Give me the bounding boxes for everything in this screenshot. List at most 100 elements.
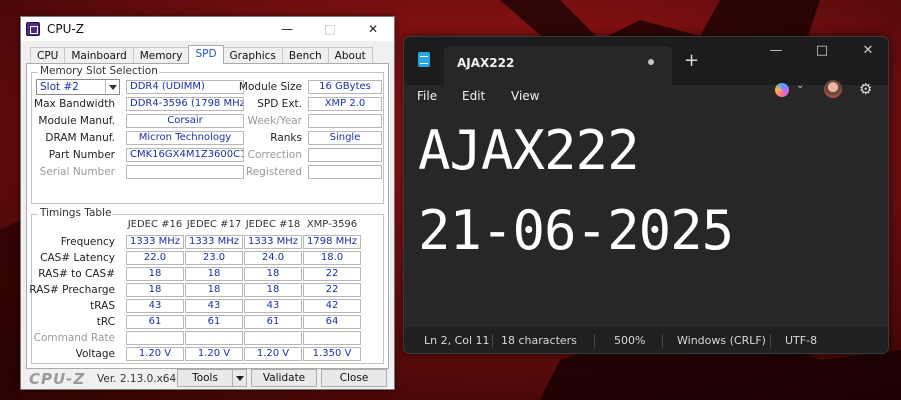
chevron-down-icon[interactable]: [105, 80, 119, 94]
timing-cell: 43: [185, 299, 243, 313]
status-bar: Ln 2, Col 11 18 characters 500% Windows …: [404, 327, 888, 353]
max-bandwidth-value: DDR4-3596 (1798 MHz): [126, 97, 244, 111]
timing-cell: [303, 331, 361, 345]
timing-cell: 18: [185, 267, 243, 281]
timing-cell: 22: [303, 283, 361, 297]
dram-manuf-value: Micron Technology: [126, 131, 244, 145]
timings-group: Timings Table JEDEC #16 JEDEC #17 JEDEC …: [29, 207, 384, 364]
notepad-menubar: File Edit View: [404, 85, 888, 111]
module-size-value: 16 GBytes: [308, 80, 382, 94]
zoom-level[interactable]: 500%: [614, 334, 645, 347]
correction-label: Correction: [247, 149, 302, 161]
text-editor[interactable]: AJAX222 21-06-2025: [404, 111, 888, 327]
timing-cell: 43: [244, 299, 302, 313]
close-button[interactable]: Close: [321, 369, 387, 387]
menu-file[interactable]: File: [417, 89, 437, 103]
cpuz-titlebar[interactable]: CPU-Z — □ ✕: [21, 17, 394, 41]
correction-value: [308, 148, 382, 162]
spd-ext-label: SPD Ext.: [257, 98, 302, 110]
cpuz-title: CPU-Z: [47, 22, 84, 36]
timing-cell: 18: [185, 283, 243, 297]
tools-button[interactable]: Tools: [177, 369, 247, 387]
cpuz-app-icon: [26, 22, 40, 36]
timing-cell: 1333 MHz: [126, 235, 184, 249]
cpuz-brand-logo: CPU-Z: [29, 370, 86, 388]
tab-spd[interactable]: SPD: [188, 45, 224, 64]
spd-panel: Memory Slot Selection Slot #2 DDR4 (UDIM…: [26, 63, 389, 369]
minimize-button[interactable]: —: [756, 43, 796, 63]
timing-cell: 1798 MHz: [303, 235, 361, 249]
timing-cell: 1.20 V: [185, 347, 243, 361]
status-divider: [594, 334, 595, 348]
memory-slot-group: Memory Slot Selection Slot #2 DDR4 (UDIM…: [31, 65, 384, 204]
slot-select[interactable]: Slot #2: [36, 79, 120, 95]
chevron-down-icon[interactable]: [232, 370, 246, 386]
timing-cell: 22.0: [126, 251, 184, 265]
registered-value: [308, 165, 382, 179]
maximize-button[interactable]: □: [802, 43, 842, 63]
timings-column-header: JEDEC #18: [245, 219, 301, 230]
memory-slot-group-title: Memory Slot Selection: [38, 65, 160, 77]
notepad-window: AJAX222 + — □ ✕ File Edit View ⌄ ⚙ AJAX2…: [403, 36, 889, 354]
timing-cell: 64: [303, 315, 361, 329]
week-year-value: [308, 114, 382, 128]
menu-edit[interactable]: Edit: [462, 89, 485, 103]
module-manuf-value: Corsair: [126, 114, 244, 128]
cpuz-footer: CPU-Z Ver. 2.13.0.x64 Tools Validate Clo…: [21, 369, 394, 389]
cpuz-window: CPU-Z — □ ✕ CPU Mainboard Memory SPD Gra…: [20, 16, 395, 390]
tab-memory[interactable]: Memory: [132, 47, 190, 64]
validate-button[interactable]: Validate: [251, 369, 317, 387]
editor-line: 21-06-2025: [418, 199, 734, 262]
chevron-down-icon[interactable]: ⌄: [796, 80, 804, 91]
status-divider: [770, 334, 771, 348]
timing-cell: 61: [126, 315, 184, 329]
timings-column-header: XMP-3596: [306, 219, 358, 230]
notepad-app-icon: [418, 52, 430, 67]
tools-button-label: Tools: [192, 372, 218, 384]
timing-cell: 24.0: [244, 251, 302, 265]
trc-label: tRC: [96, 316, 115, 328]
status-divider: [492, 334, 493, 348]
encoding[interactable]: UTF-8: [785, 334, 817, 347]
tab-about[interactable]: About: [327, 47, 373, 64]
close-icon[interactable]: ✕: [848, 43, 888, 63]
command-rate-label: Command Rate: [33, 332, 115, 344]
module-size-label: Module Size: [238, 81, 302, 93]
copilot-icon[interactable]: [775, 83, 789, 97]
close-icon[interactable]: ✕: [358, 17, 388, 41]
ranks-label: Ranks: [270, 132, 302, 144]
unsaved-dot-icon[interactable]: [648, 59, 654, 65]
timing-cell: 18: [244, 267, 302, 281]
module-type-field: DDR4 (UDIMM): [126, 80, 244, 94]
gear-icon[interactable]: ⚙: [859, 80, 872, 98]
timings-column-header: JEDEC #17: [186, 219, 242, 230]
week-year-label: Week/Year: [247, 115, 302, 127]
timing-cell: 61: [185, 315, 243, 329]
tab-bench[interactable]: Bench: [281, 47, 329, 64]
timing-cell: [126, 331, 184, 345]
timing-cell: [244, 331, 302, 345]
maximize-button[interactable]: □: [315, 17, 345, 41]
timing-cell: 42: [303, 299, 361, 313]
timing-cell: 23.0: [185, 251, 243, 265]
part-number-value: CMK16GX4M1Z3600C18: [126, 148, 244, 162]
avatar[interactable]: [824, 80, 842, 98]
notepad-tab[interactable]: AJAX222: [444, 46, 672, 85]
new-tab-icon[interactable]: +: [684, 50, 699, 71]
cas-latency-label: CAS# Latency: [40, 252, 115, 264]
character-count: 18 characters: [501, 334, 577, 347]
menu-view[interactable]: View: [511, 89, 539, 103]
notepad-titlebar[interactable]: AJAX222 + — □ ✕: [404, 37, 888, 85]
tras-label: tRAS: [90, 300, 115, 312]
module-manuf-label: Module Manuf.: [38, 115, 115, 127]
tab-graphics[interactable]: Graphics: [222, 47, 283, 64]
minimize-button[interactable]: —: [272, 17, 302, 41]
line-ending[interactable]: Windows (CRLF): [677, 334, 766, 347]
tab-mainboard[interactable]: Mainboard: [64, 47, 134, 64]
voltage-label: Voltage: [75, 348, 115, 360]
max-bandwidth-label: Max Bandwidth: [34, 98, 115, 110]
part-number-label: Part Number: [48, 149, 115, 161]
timing-cell: 61: [244, 315, 302, 329]
tab-cpu[interactable]: CPU: [30, 47, 66, 64]
ras-to-cas-label: RAS# to CAS#: [38, 268, 115, 280]
